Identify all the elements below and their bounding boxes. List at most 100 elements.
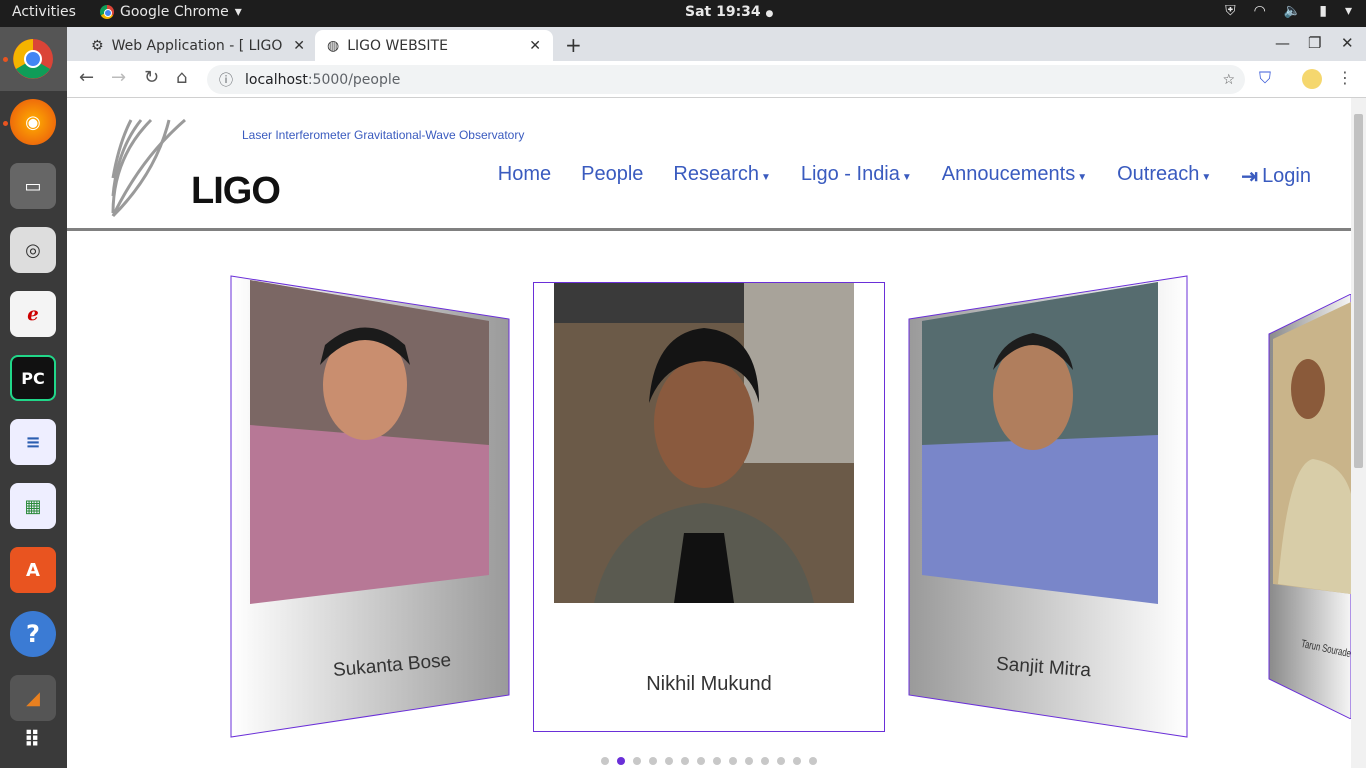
browser-tab-bar: ⚙ Web Application - [ LIGO ] ✕ ◍ LIGO WE… (67, 27, 1366, 61)
show-apps-icon[interactable]: ⠿ (10, 717, 56, 763)
carousel-pagination (601, 757, 817, 765)
nav-outreach[interactable]: Outreach ▼ (1117, 163, 1211, 186)
dock: ◉ ▭ ◎ ℯ PC ≡ ▦ A ? ◢ ⠿ (0, 27, 67, 768)
back-arrow-icon[interactable]: ← (79, 67, 94, 88)
url-path: :5000/people (307, 71, 401, 88)
info-icon: ⓘ (219, 72, 233, 89)
carousel-dot[interactable] (761, 757, 769, 765)
person-name: Nikhil Mukund (646, 673, 772, 695)
carousel-dot[interactable] (665, 757, 673, 765)
activities-button[interactable]: Activities (12, 4, 76, 20)
extension-shield-icon[interactable]: ⛉ (1259, 68, 1271, 88)
carousel-dot[interactable] (809, 757, 817, 765)
wifi-icon: ◠ (1253, 3, 1266, 19)
scrollbar-thumb[interactable] (1354, 114, 1363, 468)
chrome-launcher-icon[interactable] (10, 36, 56, 82)
tool-launcher-icon[interactable]: ◢ (10, 675, 56, 721)
carousel-dot[interactable] (713, 757, 721, 765)
address-bar[interactable]: ⓘ localhost:5000/people ☆ (207, 65, 1245, 94)
nav-research[interactable]: Research ▼ (673, 163, 771, 186)
caret-down-icon: ▼ (1201, 172, 1212, 183)
nav-people[interactable]: People (581, 163, 643, 186)
caret-down-icon: ▼ (1077, 172, 1088, 183)
tab-ligo-website[interactable]: ◍ LIGO WEBSITE ✕ (315, 30, 553, 61)
app-favicon-icon: ⚙ (91, 37, 104, 54)
tab-title: Web Application - [ LIGO ] (111, 37, 286, 54)
star-icon[interactable]: ☆ (1222, 72, 1235, 88)
nav-announcements[interactable]: Annoucements ▼ (942, 163, 1087, 186)
notification-dot-icon: ● (765, 9, 774, 19)
tab-title: LIGO WEBSITE (347, 37, 448, 54)
home-icon[interactable]: ⌂ (176, 67, 187, 88)
carousel-dot[interactable] (633, 757, 641, 765)
reload-icon[interactable]: ↻ (144, 67, 159, 88)
files-launcher-icon[interactable]: ▭ (10, 163, 56, 209)
nav-outreach-label: Outreach (1117, 163, 1200, 185)
chevron-down-icon: ▾ (234, 4, 242, 20)
shield-icon: ⛨ (1225, 3, 1236, 19)
web-page: LIGO Laser Interferometer Gravitational-… (67, 98, 1351, 768)
person-card[interactable]: Tarun Souradeep (1268, 294, 1351, 719)
pycharm-launcher-icon[interactable]: PC (10, 355, 56, 401)
writer-launcher-icon[interactable]: ≡ (10, 419, 56, 465)
nav-research-label: Research (673, 163, 760, 185)
software-center-launcher-icon[interactable]: A (10, 547, 56, 593)
app-menu-label: Google Chrome (120, 4, 229, 20)
carousel-dot[interactable] (745, 757, 753, 765)
chrome-icon (100, 5, 114, 19)
logo-text: LIGO (191, 170, 281, 212)
nav-login-label: Login (1262, 165, 1311, 187)
carousel-dot[interactable] (681, 757, 689, 765)
calc-launcher-icon[interactable]: ▦ (10, 483, 56, 529)
profile-avatar[interactable] (1302, 68, 1322, 89)
globe-icon: ◍ (327, 37, 340, 54)
person-card[interactable]: Sanjit Mitra (908, 275, 1188, 738)
close-window-icon[interactable]: ✕ (1341, 34, 1354, 52)
minimize-icon[interactable]: — (1275, 34, 1290, 52)
nav-home[interactable]: Home (498, 163, 551, 186)
app-menu[interactable]: Google Chrome ▾ (100, 4, 242, 20)
carousel-dot[interactable] (697, 757, 705, 765)
carousel-dot[interactable] (729, 757, 737, 765)
person-card[interactable]: Sukanta Bose (230, 275, 510, 738)
close-icon[interactable]: ✕ (529, 38, 541, 54)
person-card-active[interactable]: Nikhil Mukund (533, 282, 885, 732)
running-indicator (3, 57, 8, 62)
browser-toolbar: ← → ↻ ⌂ ⓘ localhost:5000/people ☆ ⛉ ⋮ (67, 61, 1366, 98)
ligo-logo[interactable]: LIGO (111, 118, 281, 218)
forward-arrow-icon[interactable]: → (111, 67, 126, 88)
firefox-launcher-icon[interactable]: ◉ (10, 99, 56, 145)
clock[interactable]: Sat 19:34 ● (685, 4, 773, 20)
close-icon[interactable]: ✕ (293, 38, 305, 54)
sign-in-icon: ⇥ (1241, 166, 1259, 188)
nav-ligo-india[interactable]: Ligo - India ▼ (801, 163, 912, 186)
chevron-down-icon: ▾ (1344, 3, 1352, 19)
carousel-dot[interactable] (793, 757, 801, 765)
volume-icon: 🔈 (1283, 3, 1302, 19)
clock-text: Sat 19:34 (685, 4, 761, 20)
carousel-dot[interactable] (649, 757, 657, 765)
carousel-dot[interactable] (617, 757, 625, 765)
site-tagline: Laser Interferometer Gravitational-Wave … (242, 128, 525, 142)
carousel-dot[interactable] (601, 757, 609, 765)
new-tab-button[interactable]: + (565, 33, 582, 57)
nav-announcements-label: Annoucements (941, 163, 1076, 185)
running-indicator (3, 121, 8, 126)
help-launcher-icon[interactable]: ? (10, 611, 56, 657)
caret-down-icon: ▼ (901, 172, 912, 183)
nav-login[interactable]: ⇥ Login (1241, 164, 1311, 189)
url-host: localhost (245, 71, 308, 88)
system-tray[interactable]: ⛨ ◠ 🔈 ▮ ▾ (1225, 3, 1352, 19)
system-top-panel: Activities Google Chrome ▾ Sat 19:34 ● ⛨… (0, 0, 1366, 27)
menu-kebab-icon[interactable]: ⋮ (1337, 68, 1353, 87)
caret-down-icon: ▼ (761, 172, 771, 183)
carousel-dot[interactable] (777, 757, 785, 765)
person-photo (554, 283, 854, 603)
rhythmbox-launcher-icon[interactable]: ◎ (10, 227, 56, 273)
nav-ligo-india-label: Ligo - India (800, 163, 900, 185)
tab-web-application[interactable]: ⚙ Web Application - [ LIGO ] ✕ (79, 30, 317, 61)
restore-icon[interactable]: ❐ (1308, 34, 1321, 52)
document-viewer-launcher-icon[interactable]: ℯ (10, 291, 56, 337)
page-scrollbar[interactable] (1351, 98, 1366, 768)
site-header: LIGO Laser Interferometer Gravitational-… (67, 98, 1351, 231)
